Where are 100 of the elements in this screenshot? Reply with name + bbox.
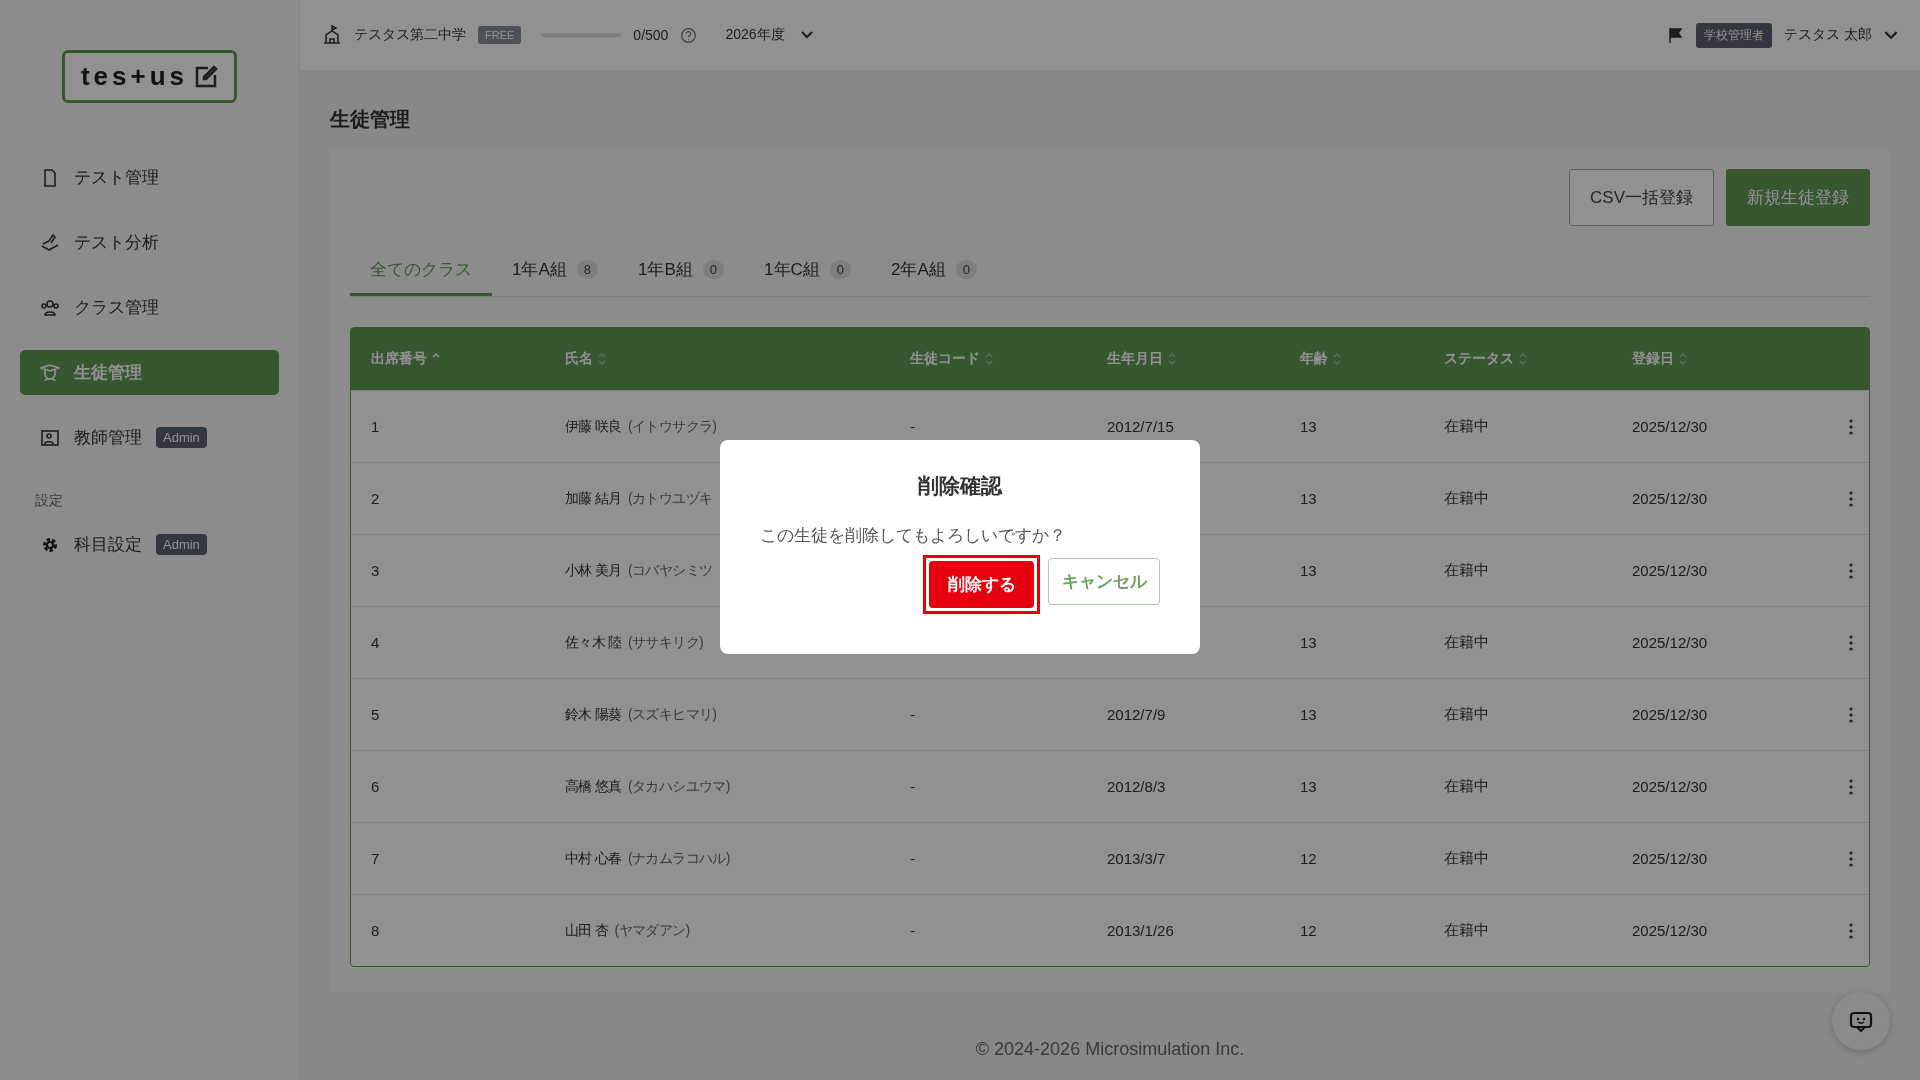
table-cell-text: 2013/1/26 [1107,922,1175,939]
table-cell-text: 在籍中 [1444,921,1490,940]
help-icon[interactable] [680,26,698,44]
table-cell-text: 2025/12/30 [1632,418,1709,435]
sidebar-item[interactable]: 生徒管理 [20,350,279,395]
chevron-icon [800,31,813,39]
column-header[interactable]: 生年月日 [1107,350,1163,368]
more-icon[interactable] [1848,490,1853,507]
table-cell: 鈴木 陽葵 [565,705,622,724]
table-cell: 高橋 悠真 [565,777,622,796]
table-cell-text: 2025/12/30 [1632,490,1709,507]
table-cell-text: - [910,418,916,435]
table-cell-text: - [910,706,916,723]
more-icon[interactable] [1848,850,1853,867]
table-cell: (イトウサクラ) [627,417,717,436]
sidebar-item[interactable]: 科目設定 Admin [20,522,279,567]
table-cell: (スズキヒマリ) [627,705,717,724]
table-cell: (ササキリク) [627,633,703,652]
flag-icon[interactable] [1668,27,1685,43]
count-badge: 0 [829,260,852,279]
table-cell: (ヤマダアン) [614,921,690,940]
table-cell: 佐々木 陸 [565,633,622,652]
more-icon[interactable] [1848,922,1853,939]
more-icon[interactable] [1848,778,1853,795]
logo[interactable]: tes+us [61,50,238,103]
table-cell: 山田 杏 [565,921,609,940]
table-cell-text: 在籍中 [1444,705,1490,724]
pen-icon [40,232,60,253]
column-header[interactable]: 登録日 [1632,350,1674,368]
import-button[interactable]: CSV一括登録 [1569,169,1714,226]
table-cell-text: 在籍中 [1444,849,1490,868]
people-icon [40,297,60,318]
table-cell-text: 在籍中 [1444,633,1490,652]
user-name[interactable]: テスタス 太郎 [1784,26,1872,44]
plan-badge: FREE [478,26,522,44]
dialog-message: この生徒を削除してもよろしいですか？ [760,525,1067,547]
table-cell-text: 2012/8/3 [1107,778,1167,795]
table-cell-text: 4 [371,634,381,651]
table-cell-text: 在籍中 [1444,561,1490,580]
table-cell-text: 在籍中 [1444,489,1490,508]
dialog-title: 削除確認 [917,473,1004,499]
more-icon[interactable] [1848,562,1853,579]
table-cell: 伊藤 咲良 [565,417,622,436]
table-cell-text: - [910,922,916,939]
sidebar-item[interactable]: テスト管理 [20,155,279,200]
chevron-icon[interactable] [1884,30,1898,40]
table-cell-text: 13 [1300,490,1318,507]
table-cell-text: 3 [371,562,381,579]
table-cell-text: 13 [1300,634,1318,651]
table-cell-text: 2 [371,490,381,507]
table-cell-text: 在籍中 [1444,417,1490,436]
table-cell-text: 2025/12/30 [1632,706,1709,723]
table-cell: (コバヤシミツ [627,561,713,580]
column-header[interactable]: 年齢 [1300,350,1328,368]
table-cell-text: 2025/12/30 [1632,850,1709,867]
class-tab[interactable]: 1年B組 0 [618,248,745,296]
edit-icon [194,64,219,89]
year-dropdown[interactable]: 2026年度 [725,26,813,44]
table-cell-text: 12 [1300,850,1318,867]
column-header[interactable]: 氏名 [565,350,593,368]
cancel-button[interactable]: キャンセル [1048,558,1160,605]
table-cell: 小林 美月 [565,561,622,580]
school-name: テスタス第二中学 [354,26,466,44]
table-cell-text: 8 [371,922,381,939]
usage-count: 0/500 [633,27,669,43]
table-cell-text: 5 [371,706,381,723]
delete-button[interactable]: 削除する [929,561,1034,608]
column-header[interactable]: 出席番号 [371,350,427,368]
table-cell-text: 13 [1300,778,1318,795]
column-header[interactable]: ステータス [1444,350,1514,368]
table-cell-text: 在籍中 [1444,777,1490,796]
sidebar-item[interactable]: クラス管理 [20,285,279,330]
table-cell-text: 2025/12/30 [1632,778,1709,795]
sidebar-item[interactable]: テスト分析 [20,220,279,265]
class-tab[interactable]: 1年C組 0 [744,248,872,296]
more-icon[interactable] [1848,634,1853,651]
page-title: 生徒管理 [330,107,411,132]
table-cell-text: 2025/12/30 [1632,922,1709,939]
graduate-icon [40,362,60,383]
table-cell-text: - [910,850,916,867]
class-tab[interactable]: 1年A組 8 [492,248,619,296]
table-cell-text: 13 [1300,562,1318,579]
table-cell-text: 2013/3/7 [1107,850,1167,867]
class-tab[interactable]: 2年A組 0 [871,248,998,296]
sidebar-item[interactable]: 教師管理 Admin [20,415,279,460]
more-icon[interactable] [1848,706,1853,723]
add-button[interactable]: 新規生徒登録 [1726,169,1870,226]
table-cell: (ナカムラコハル) [627,849,730,868]
table-cell: 加藤 結月 [565,489,622,508]
count-badge: 0 [702,260,725,279]
column-header[interactable]: 生徒コード [910,350,980,368]
admin-badge: Admin [156,427,207,448]
board-icon [40,427,60,448]
more-icon[interactable] [1848,418,1853,435]
table-cell-text: 13 [1300,706,1318,723]
chatbot-icon [1848,1009,1874,1033]
table-cell-text: 12 [1300,922,1318,939]
table-cell-text: - [910,778,916,795]
copyright-text: © 2024-2026 Microsimulation Inc. [974,1039,1246,1061]
table-cell-text: 2025/12/30 [1632,634,1709,651]
